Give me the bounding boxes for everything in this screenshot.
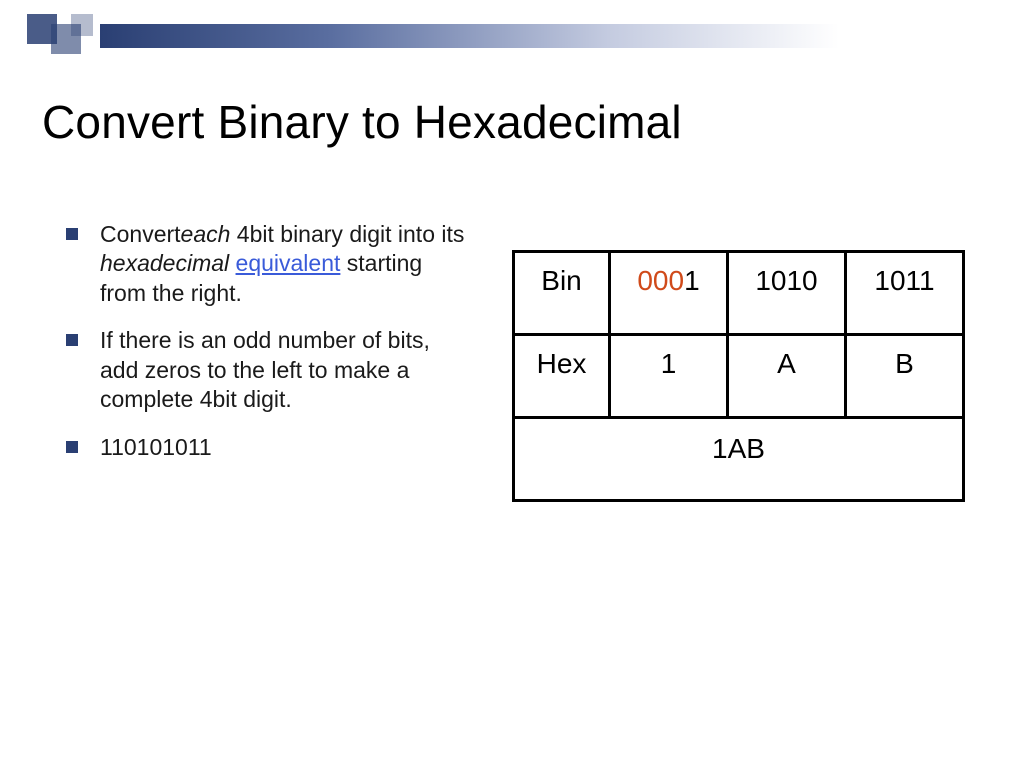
decor-squares [27,14,107,54]
decor-square [71,14,93,36]
bin-digit: 1 [684,265,700,296]
hex-cell-3: B [846,335,964,418]
padded-zeros: 000 [637,265,684,296]
slide-top-decor [0,16,1024,52]
text-italic: each [181,221,231,247]
bin-cell-3: 1011 [846,252,964,335]
text: Convert [100,221,181,247]
list-item: 110101011 [66,433,471,462]
slide-title: Convert Binary to Hexadecimal [42,95,682,149]
row-label-bin: Bin [514,252,610,335]
text-italic: hexadecimal [100,250,229,276]
bullet-list: Converteach 4bit binary digit into its h… [66,220,471,480]
table-row: 1AB [514,418,964,501]
list-item: If there is an odd number of bits, add z… [66,326,471,414]
hex-cell-1: 1 [610,335,728,418]
bin-cell-2: 1010 [728,252,846,335]
equivalent-link[interactable]: equivalent [236,250,341,276]
hex-cell-2: A [728,335,846,418]
conversion-table-wrap: Bin 0001 1010 1011 Hex 1 A B 1AB [512,250,965,502]
result-cell: 1AB [514,418,964,501]
bin-cell-1: 0001 [610,252,728,335]
table-row: Bin 0001 1010 1011 [514,252,964,335]
list-item: Converteach 4bit binary digit into its h… [66,220,471,308]
text: 4bit binary digit into its [230,221,464,247]
table-row: Hex 1 A B [514,335,964,418]
conversion-table: Bin 0001 1010 1011 Hex 1 A B 1AB [512,250,965,502]
row-label-hex: Hex [514,335,610,418]
decor-gradient-bar [100,24,1024,48]
